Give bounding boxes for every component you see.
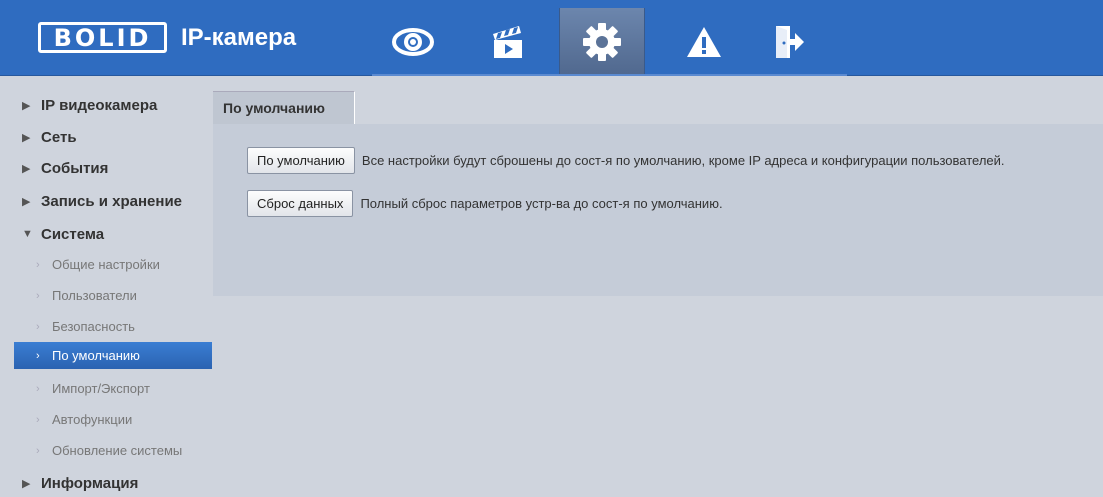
warning-icon (687, 27, 721, 57)
nav-tab-logout[interactable] (746, 8, 832, 76)
sidebar-subitem-general[interactable]: › Общие настройки (0, 251, 213, 278)
chevron-right-icon: › (36, 349, 40, 362)
top-header: BOLID IP-камера (0, 0, 1103, 76)
sidebar-item-label: Информация (41, 474, 139, 492)
brand-logo-text: BOLID (53, 23, 152, 52)
sidebar-item-network[interactable]: ▶ Сеть (0, 121, 213, 153)
chevron-right-icon: › (36, 444, 40, 457)
app-title: IP-камера (181, 24, 297, 51)
factory-reset-description: Полный сброс параметров устр-ва до сост-… (360, 196, 723, 211)
sidebar-subitem-label: Безопасность (52, 319, 135, 334)
sidebar-subitem-upgrade[interactable]: › Обновление системы (0, 437, 213, 464)
sidebar-item-label: Запись и хранение (41, 192, 183, 210)
sidebar-subitem-label: Обновление системы (52, 443, 183, 458)
triangle-right-icon: ▶ (22, 162, 31, 175)
sidebar-subitem-label: Общие настройки (52, 257, 160, 272)
sidebar-subitem-label: Автофункции (52, 412, 133, 427)
nav-tab-live[interactable] (370, 8, 456, 76)
restore-default-button[interactable]: По умолчанию (247, 147, 355, 174)
clapperboard-icon (493, 26, 522, 58)
chevron-right-icon: › (36, 382, 40, 395)
nav-tab-alarm[interactable] (661, 8, 747, 76)
eye-icon (392, 28, 434, 56)
triangle-down-icon: ▼ (22, 228, 33, 240)
tab-default[interactable]: По умолчанию (213, 91, 355, 124)
chevron-right-icon: › (36, 320, 40, 333)
triangle-right-icon: ▶ (22, 131, 31, 144)
factory-reset-row: Сброс данных Полный сброс параметров уст… (247, 190, 723, 217)
triangle-right-icon: ▶ (22, 195, 31, 208)
sidebar-item-label: События (41, 159, 109, 177)
sidebar-subitem-import-export[interactable]: › Импорт/Экспорт (0, 375, 213, 402)
chevron-right-icon: › (36, 413, 40, 426)
sidebar-subitem-label: Импорт/Экспорт (52, 381, 150, 396)
content-tab-strip: По умолчанию (213, 91, 1103, 124)
factory-reset-button[interactable]: Сброс данных (247, 190, 354, 217)
default-row: По умолчанию Все настройки будут сброшен… (247, 147, 1005, 174)
gear-icon (583, 23, 621, 61)
sidebar-subitem-default[interactable]: › По умолчанию (14, 342, 212, 369)
logout-icon (776, 26, 804, 58)
sidebar-item-ip-camera[interactable]: ▶ IP видеокамера (0, 89, 213, 121)
sidebar-item-info[interactable]: ▶ Информация (0, 467, 213, 497)
header-divider (372, 74, 847, 76)
sidebar-item-system[interactable]: ▼ Система (0, 218, 213, 250)
default-settings-panel: По умолчанию Все настройки будут сброшен… (213, 124, 1103, 296)
sidebar-subitem-auto[interactable]: › Автофункции (0, 406, 213, 433)
triangle-right-icon: ▶ (22, 477, 31, 490)
sidebar-subitem-label: По умолчанию (52, 348, 140, 363)
nav-tab-playback[interactable] (465, 8, 551, 76)
sidebar-item-label: Система (41, 225, 105, 243)
chevron-right-icon: › (36, 289, 40, 302)
sidebar-subitem-users[interactable]: › Пользователи (0, 282, 213, 309)
sidebar-item-label: IP видеокамера (41, 96, 158, 114)
chevron-right-icon: › (36, 258, 40, 271)
brand-logo: BOLID (38, 22, 167, 53)
sidebar-item-events[interactable]: ▶ События (0, 152, 213, 184)
sidebar-subitem-security[interactable]: › Безопасность (0, 313, 213, 340)
restore-default-description: Все настройки будут сброшены до сост-я п… (361, 153, 1005, 168)
sidebar-item-storage[interactable]: ▶ Запись и хранение (0, 185, 213, 217)
nav-tab-settings[interactable] (559, 8, 645, 76)
sidebar-subitem-label: Пользователи (52, 288, 137, 303)
triangle-right-icon: ▶ (22, 99, 31, 112)
sidebar-item-label: Сеть (41, 128, 77, 146)
